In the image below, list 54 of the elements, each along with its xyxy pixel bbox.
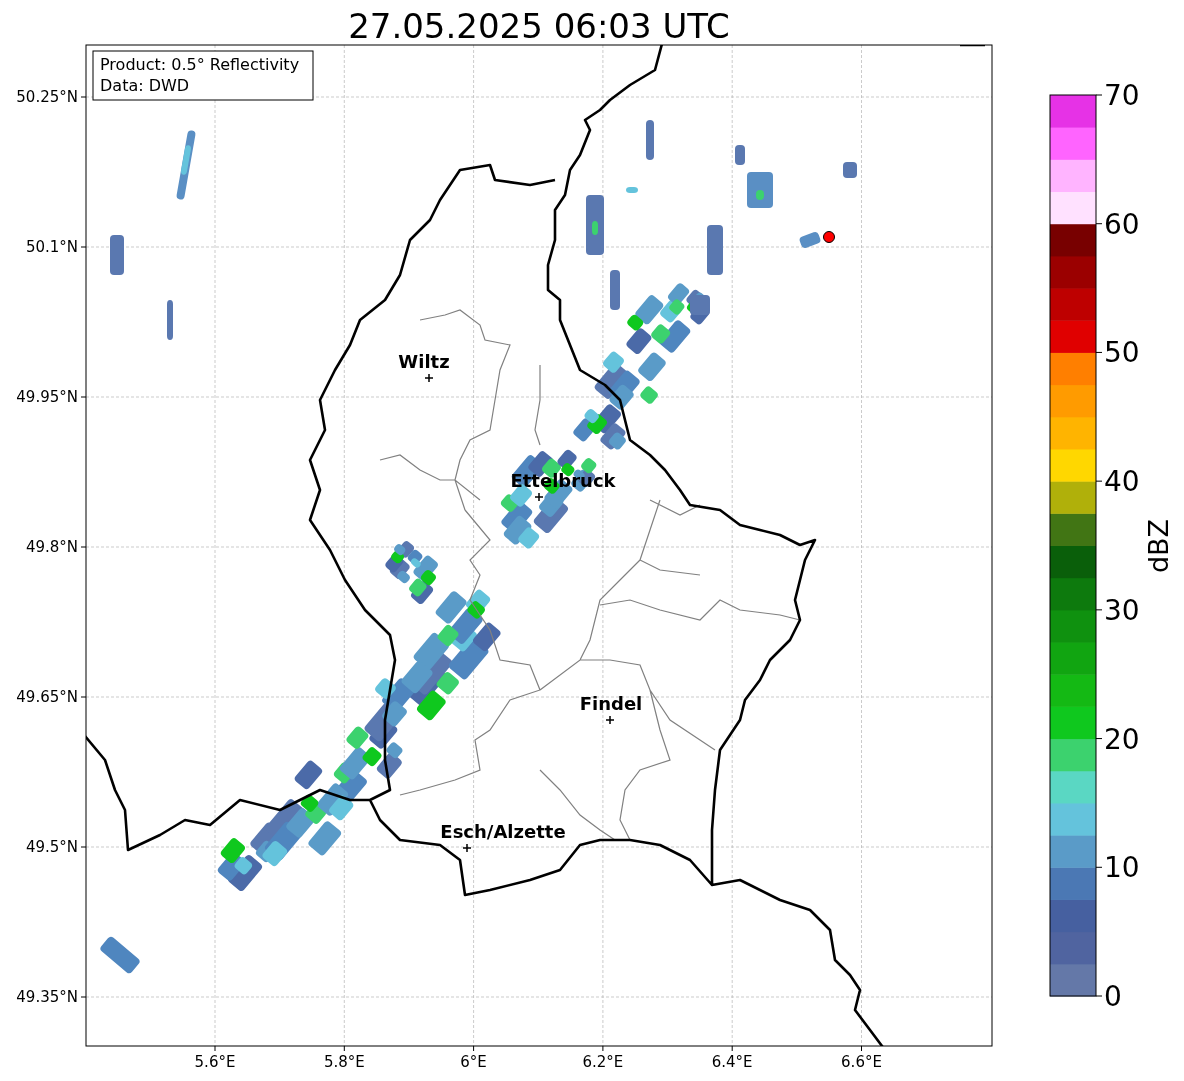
latitude-tick-label: 49.35°N [16, 988, 78, 1006]
tick-mark [1095, 223, 1103, 225]
colorbar-tick-label: 70 [1104, 79, 1140, 112]
city-marker-icon [462, 843, 472, 853]
colorbar-tick-label: 0 [1104, 980, 1122, 1013]
tick-mark [80, 246, 87, 248]
tick-mark [80, 846, 87, 848]
city-marker-icon [605, 715, 615, 725]
city-label: Findel [579, 693, 643, 714]
legend-text: Data: DWD [100, 76, 190, 95]
colorbar-tick-label: 10 [1104, 851, 1140, 885]
city-marker-icon [424, 373, 434, 383]
latitude-tick-label: 49.65°N [16, 688, 78, 706]
tick-mark [1095, 351, 1103, 353]
tick-mark [343, 1045, 345, 1052]
colorbar-tick-label: 40 [1104, 465, 1140, 499]
longitude-tick-label: 6.4°E [711, 1053, 753, 1071]
tick-mark [80, 696, 87, 698]
radar-site-marker [823, 231, 835, 243]
latitude-tick-label: 49.8°N [25, 538, 78, 556]
tick-mark [80, 546, 87, 548]
colorbar-tick-label: 20 [1104, 722, 1140, 756]
colorbar-label: dBZ [1143, 518, 1174, 574]
tick-mark [1095, 738, 1103, 740]
longitude-tick-label: 6.2°E [582, 1053, 624, 1071]
tick-mark [214, 1045, 216, 1052]
tick-mark [80, 996, 87, 998]
tick-mark [1095, 609, 1103, 611]
tick-mark [602, 1045, 604, 1052]
colorbar-tick-label: 30 [1104, 593, 1140, 627]
city-marker-icon [534, 492, 544, 502]
tick-mark [1095, 995, 1103, 997]
latitude-tick-label: 50.1°N [25, 238, 78, 256]
latitude-tick-label: 50.25°N [16, 88, 78, 106]
tick-mark [1095, 480, 1103, 482]
tick-mark [1095, 94, 1103, 96]
chart-title: 27.05.2025 06:03 UTC [348, 6, 730, 46]
legend-text: Product: 0.5° Reflectivity [100, 55, 300, 74]
longitude-tick-label: 5.6°E [194, 1053, 236, 1071]
longitude-tick-label: 6°E [460, 1053, 487, 1071]
tick-mark [861, 1045, 862, 1052]
tick-mark [731, 1045, 733, 1052]
latitude-tick-label: 49.5°N [25, 838, 78, 856]
colorbar-tick-label: 60 [1104, 207, 1140, 241]
tick-mark [1095, 866, 1103, 868]
colorbar-tick-label: 50 [1104, 336, 1140, 370]
longitude-tick-label: 5.8°E [323, 1053, 365, 1071]
tick-mark [473, 1045, 475, 1052]
tick-mark [80, 96, 87, 98]
city-label: Esch/Alzette [440, 821, 566, 842]
longitude-tick-label: 6.6°E [841, 1053, 882, 1071]
tick-mark [80, 396, 87, 398]
latitude-tick-label: 49.95°N [16, 388, 78, 406]
city-label: Wiltz [398, 351, 450, 372]
